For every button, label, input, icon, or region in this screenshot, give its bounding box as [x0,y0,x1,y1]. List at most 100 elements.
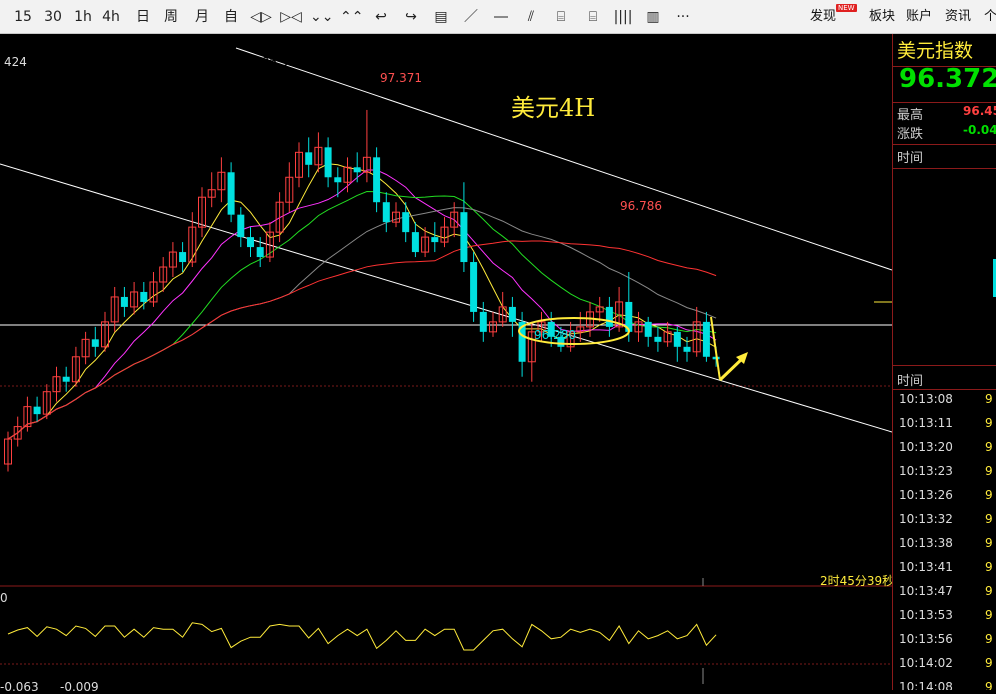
candle-body [247,237,254,248]
nav-2[interactable]: 账户 [906,7,932,27]
candle [305,137,313,178]
new-badge: NEW [836,4,857,12]
candle [654,326,662,352]
tool-button-9[interactable]: ▷◁ [280,7,302,27]
candle-body [256,247,264,258]
candle [440,217,449,248]
candle [130,281,139,315]
candle-body [305,152,313,165]
candle [460,182,468,273]
candle [479,301,487,342]
period-button-日[interactable]: 日 [132,7,154,27]
nav-0[interactable]: 发现 [810,7,836,27]
candle [644,316,652,347]
candle-body [402,212,410,233]
candle [508,296,516,337]
nav-3[interactable]: 资讯 [945,7,971,27]
period-button-自[interactable]: 自 [220,7,242,27]
candle [23,396,32,432]
candle [663,321,672,347]
period-button-30[interactable]: 30 [42,7,64,27]
time-header: 时间 [897,151,924,166]
countdown-label: 2时45分39秒 [820,574,895,588]
low-price-label: 96.280 [534,328,576,342]
tool-button-8[interactable]: ◁▷ [250,7,272,27]
tool-button-13[interactable]: ↪ [400,7,422,27]
ma-partial-label: 424 [4,55,27,69]
candle-body [334,177,342,183]
tick-value: 9 [985,656,993,670]
candles [4,109,720,472]
indicator-line [7,622,717,651]
last-price: 96.372 [899,64,996,94]
tick-value: 9 [985,680,993,690]
channel-upper-line [235,47,892,271]
tick-time: 10:13:56 [899,632,953,646]
candle-body [673,331,681,347]
candle-body [382,202,390,223]
instrument-name: 美元指数 [897,40,974,62]
tool-button-12[interactable]: ↩ [370,7,392,27]
candle-body [683,346,691,352]
candle [392,202,400,228]
period-button-周[interactable]: 周 [160,7,182,27]
period-button-1h[interactable]: 1h [72,7,94,27]
candle-body [644,321,652,337]
tool-button-22[interactable]: ··· [672,7,694,27]
tool-button-17[interactable]: ⫽ [520,7,542,27]
candle [91,326,99,357]
ma90-label: MA90 96.655 [408,55,488,69]
nav-1[interactable]: 板块 [869,7,895,27]
candle [217,157,226,203]
tool-button-11[interactable]: ⌃⌃ [340,7,363,27]
tick-value: 9 [985,488,993,502]
indicator-value-right: -0.009 [60,680,99,694]
candle [237,207,245,248]
candle [265,222,274,263]
indicator-panel [7,622,717,651]
tool-button-19[interactable]: ⌸ [582,7,604,27]
candle-body [120,296,128,307]
tick-time: 10:13:47 [899,584,953,598]
candle-body [353,167,361,173]
candle [334,167,342,198]
candle [373,147,381,213]
chart-title: 美元4H [511,94,596,122]
tool-button-16[interactable]: ― [490,7,512,27]
candle-body [62,376,70,382]
tick-value: 9 [985,416,993,430]
tool-button-20[interactable]: |||| [612,7,634,27]
grid-lines [0,301,892,684]
tool-button-21[interactable]: ▥ [642,7,664,27]
tick-value: 9 [985,392,993,406]
period-button-15[interactable]: 15 [12,7,34,27]
candle-body [654,336,662,342]
tick-value: 9 [985,560,993,574]
candle [275,192,284,243]
candle-body [179,252,187,263]
candle [120,286,128,317]
candle-body [411,232,419,253]
candle [207,172,216,208]
candle-body [479,311,487,332]
change-value: -0.041 [963,123,996,137]
tick-value: 9 [985,512,993,526]
period-button-月[interactable]: 月 [191,7,213,27]
tick-value: 9 [985,464,993,478]
quote-panel: 美元指数 96.372 最高 96.45 涨跌 -0.041 时间 时间 10:… [892,34,996,690]
period-button-4h[interactable]: 4h [100,7,122,27]
tool-button-14[interactable]: ▤ [430,7,452,27]
tick-value: 9 [985,584,993,598]
candle [52,366,61,402]
tool-button-15[interactable]: ／ [460,7,482,27]
nav-4[interactable]: 个 [984,7,996,27]
tool-button-10[interactable]: ⌄⌄ [310,7,333,27]
candle [605,296,613,337]
high-value: 96.45 [963,104,996,118]
candle [595,296,604,322]
candlestick-chart[interactable] [0,34,892,690]
tool-button-18[interactable]: ⌸ [550,7,572,27]
tick-value: 9 [985,608,993,622]
candle [634,311,643,342]
time-header-2: 时间 [897,374,924,389]
